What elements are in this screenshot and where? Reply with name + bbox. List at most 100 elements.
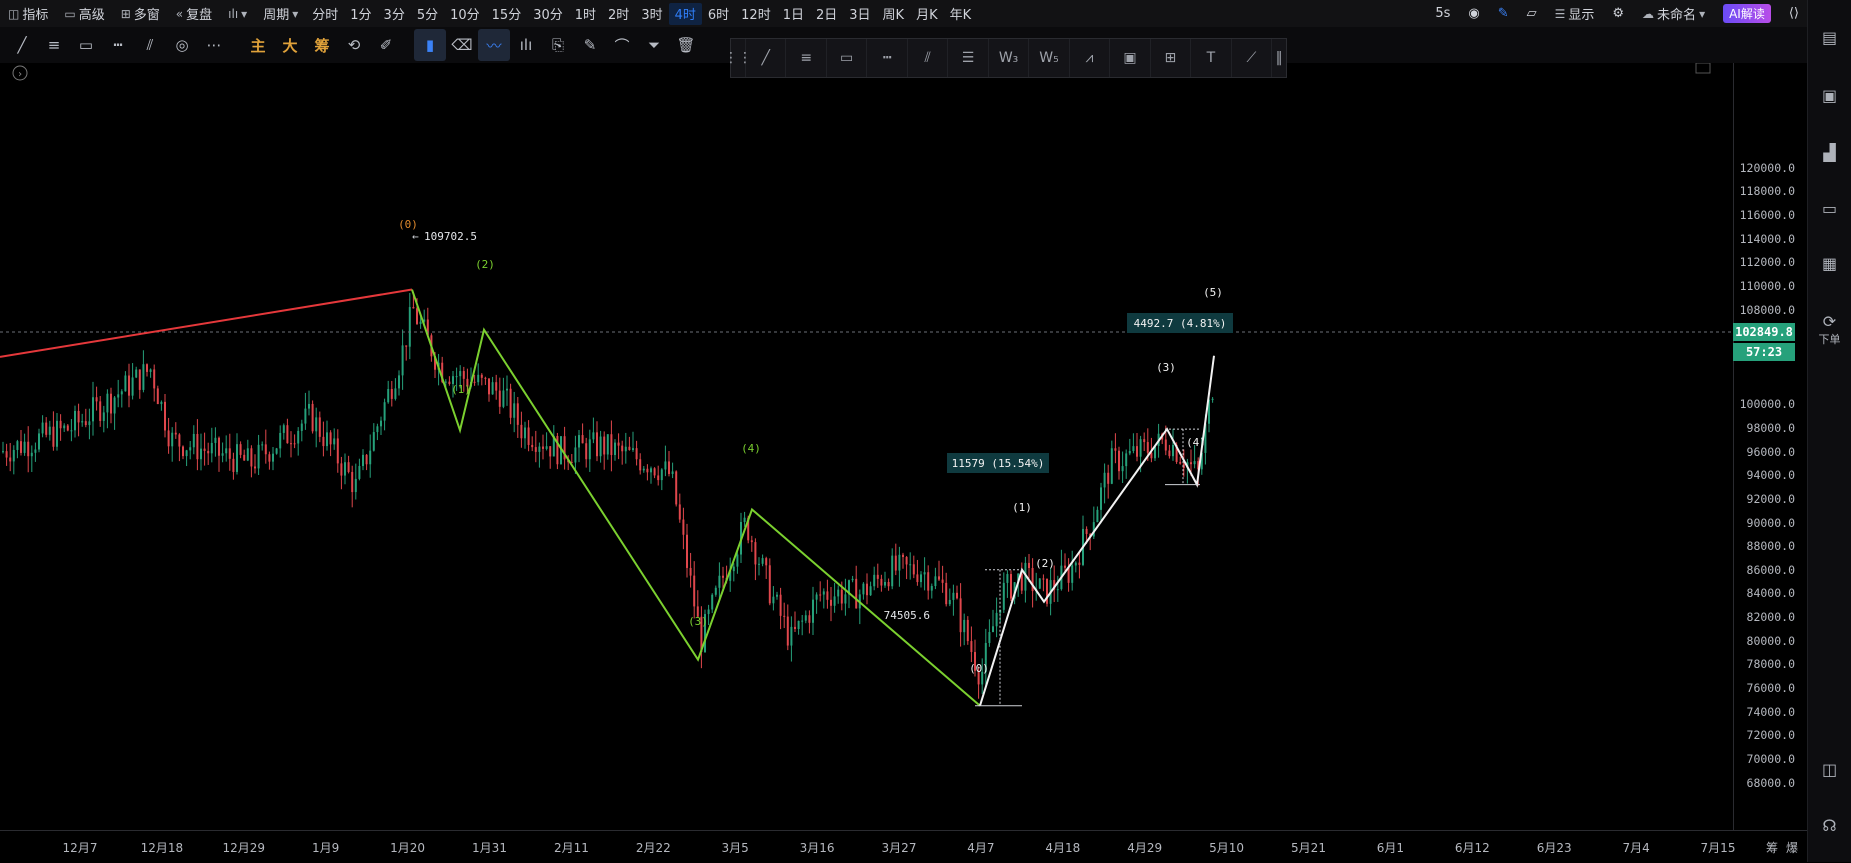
candle-body xyxy=(718,575,721,588)
chart-bars-icon[interactable]: ▟ xyxy=(1808,143,1851,162)
period-tab[interactable]: 3分 xyxy=(378,0,411,27)
advanced-button[interactable]: ▭ 高级 xyxy=(56,0,112,27)
period-tab[interactable]: 1日 xyxy=(777,0,810,27)
period-tab[interactable]: 2时 xyxy=(602,0,635,27)
candle-body xyxy=(722,575,724,578)
chips-button[interactable]: 筹 xyxy=(306,29,338,61)
order-button[interactable]: ⟳ 下单 xyxy=(1808,312,1851,347)
candle-body xyxy=(131,377,134,396)
candle-body xyxy=(376,426,379,433)
price-axis[interactable]: 120000.0 118000.0 116000.0 114000.0 112000.0… xyxy=(1733,63,1809,830)
pencil-icon[interactable]: ✎ xyxy=(1490,0,1517,27)
candle-body xyxy=(369,450,372,465)
period-dropdown[interactable]: 周期 ▾ xyxy=(255,0,306,27)
calendar-icon[interactable]: ▤ xyxy=(1808,28,1851,47)
bookmark-icon[interactable]: ▮ xyxy=(414,29,446,61)
candle-body xyxy=(41,422,44,434)
candles-icon[interactable]: ılı xyxy=(510,29,542,61)
candle-body xyxy=(416,308,418,324)
magnet-icon[interactable]: ⌒ xyxy=(606,29,638,61)
period-tab[interactable]: 月K xyxy=(910,0,944,27)
camera-icon[interactable]: ◉ xyxy=(1460,0,1487,27)
layout-icon[interactable]: ▱ xyxy=(1519,0,1545,27)
copy-icon[interactable]: ⎘ xyxy=(542,29,574,61)
indicators-button[interactable]: ◫ 指标 xyxy=(0,0,56,27)
candle-body xyxy=(1168,450,1171,457)
candle-body xyxy=(833,596,836,606)
filter-icon[interactable]: ⏷ xyxy=(638,29,670,61)
candle-body xyxy=(779,594,782,616)
period-tab[interactable]: 5分 xyxy=(411,0,444,27)
candle-body xyxy=(822,591,825,595)
eraser-icon[interactable]: ⌫ xyxy=(446,29,478,61)
layout-panel-icon[interactable]: ◫ xyxy=(1808,760,1851,779)
horizontal-lines-icon[interactable]: ≡ xyxy=(38,29,70,61)
candle-body xyxy=(923,572,926,575)
price-chart[interactable]: (0)← 109702.5(1)(2)(3)(4)74505.6(0)11579 … xyxy=(0,63,1733,830)
monitor-icon[interactable]: ▭ xyxy=(1808,199,1851,218)
candle-body xyxy=(200,448,202,460)
brush-icon[interactable]: ✐ xyxy=(370,29,402,61)
candle-body xyxy=(524,427,526,439)
edit-icon[interactable]: ⟲ xyxy=(338,29,370,61)
period-tab[interactable]: 3时 xyxy=(635,0,668,27)
big-order-button[interactable]: 大 xyxy=(274,29,306,61)
more-icon[interactable]: ⋯ xyxy=(198,29,230,61)
candle-body xyxy=(898,554,901,571)
period-tab[interactable]: 2日 xyxy=(810,0,843,27)
share-icon[interactable]: ⟨⟩ xyxy=(1781,0,1807,27)
candle-body xyxy=(383,402,386,421)
parallel-lines-icon[interactable]: ⫽ xyxy=(134,29,166,61)
x-axis-extra[interactable]: 筹 xyxy=(1766,839,1778,856)
wallet-icon[interactable]: ▣ xyxy=(1808,86,1851,105)
candle-body xyxy=(902,554,904,558)
main-indicator-button[interactable]: 主 xyxy=(242,29,274,61)
period-tab[interactable]: 4时 xyxy=(668,2,702,25)
candle-body xyxy=(318,417,321,437)
period-tab[interactable]: 分时 xyxy=(306,0,344,27)
candle-body xyxy=(196,433,199,460)
news-icon[interactable]: ▦ xyxy=(1808,254,1851,273)
period-tab[interactable]: 周K xyxy=(877,0,911,27)
time-axis[interactable]: 12月7 12月18 12月29 1月9 1月20 1月31 2月11 2月22 3月5 3月16… xyxy=(0,830,1808,863)
candle-body xyxy=(52,426,55,447)
period-tab[interactable]: 30分 xyxy=(527,0,569,27)
gear-icon[interactable]: ⚙ xyxy=(1604,0,1632,27)
note-icon[interactable]: ✎ xyxy=(574,29,606,61)
period-tab[interactable]: 15分 xyxy=(486,0,528,27)
candle-body xyxy=(534,447,537,452)
candle-body xyxy=(545,446,548,449)
y-tick-label: 78000.0 xyxy=(1746,657,1795,672)
period-tab[interactable]: 3日 xyxy=(843,0,876,27)
line-tool-icon[interactable]: ╱ xyxy=(6,29,38,61)
candle-body xyxy=(279,432,282,449)
candle-body xyxy=(1193,461,1196,465)
period-tab[interactable]: 10分 xyxy=(444,0,486,27)
candle-body xyxy=(59,420,62,429)
replay-button[interactable]: «复盘 xyxy=(168,0,220,27)
candle-body xyxy=(149,369,152,372)
layout-name-button[interactable]: ☁ 未命名 ▾ xyxy=(1634,0,1713,27)
spiral-icon[interactable]: ◎ xyxy=(166,29,198,61)
multi-window-button[interactable]: ⊞ 多窗 xyxy=(113,0,168,27)
display-button[interactable]: ☰ 显示 xyxy=(1547,0,1603,27)
candle-body xyxy=(1110,448,1113,484)
refresh-interval[interactable]: 5s xyxy=(1427,0,1458,27)
period-tab[interactable]: 年K xyxy=(944,0,978,27)
period-tab[interactable]: 1分 xyxy=(344,0,377,27)
period-tab[interactable]: 1时 xyxy=(569,0,602,27)
ai-interpret-button[interactable]: AI解读 xyxy=(1715,0,1779,27)
right-sidebar: ▤ ▣ ▟ ▭ ▦ ⟳ 下单 ◫ ☊ xyxy=(1807,0,1851,862)
period-tab[interactable]: 12时 xyxy=(735,0,777,27)
candle-body xyxy=(455,376,458,378)
ruler-icon[interactable]: ┅ xyxy=(102,29,134,61)
headset-icon[interactable]: ☊ xyxy=(1808,816,1851,835)
trash-icon[interactable]: 🗑 xyxy=(670,29,702,61)
y-tick-label: 100000.0 xyxy=(1739,397,1795,412)
period-tab[interactable]: 6时 xyxy=(702,0,735,27)
chart-type-button[interactable]: ılı ▾ xyxy=(220,0,255,27)
rectangle-icon[interactable]: ▭ xyxy=(70,29,102,61)
candle-body xyxy=(678,504,681,520)
x-axis-extra[interactable]: 爆 xyxy=(1786,839,1798,856)
wave-tool-icon[interactable]: 〰 xyxy=(478,29,510,61)
